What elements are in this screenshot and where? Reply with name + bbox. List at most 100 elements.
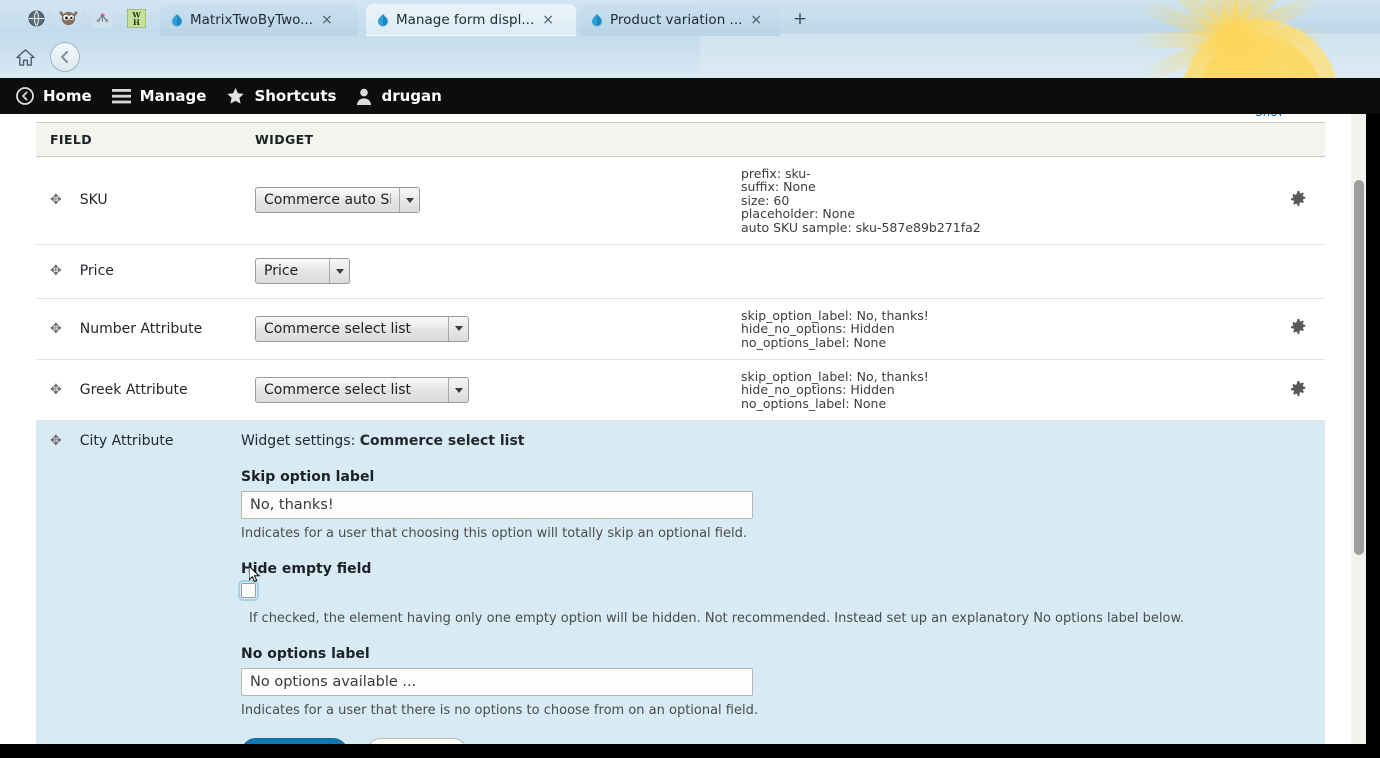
- settings-row-city-attribute: ✥ City Attribute Widget settings: Commer…: [36, 420, 1325, 744]
- skip-option-label: Skip option label: [241, 469, 375, 486]
- skip-option-description: Indicates for a user that choosing this …: [241, 526, 747, 542]
- widget-cell: Commerce select list: [241, 298, 727, 361]
- summary-cell: [727, 244, 1267, 299]
- hamburger-icon: [111, 88, 131, 104]
- hide-empty-field-label: Hide empty field: [241, 561, 372, 578]
- drupal-droplet-icon: [169, 13, 184, 28]
- summary-line: no_options_label: None: [741, 334, 887, 350]
- widget-cell: Commerce select list: [241, 359, 727, 422]
- hide-empty-field-description: If checked, the element having only one …: [249, 611, 1185, 627]
- column-header-field: FIELD: [36, 122, 241, 157]
- no-options-description: Indicates for a user that there is no op…: [241, 703, 758, 719]
- summary-line: prefix: sku-: [741, 166, 811, 181]
- wh-icon[interactable]: WH: [125, 7, 147, 29]
- operations-cell: [1267, 156, 1325, 245]
- tab-close-icon[interactable]: ×: [748, 13, 764, 27]
- page-content: Show row weights FIELD WIDGET: [0, 114, 1367, 744]
- drag-handle-icon[interactable]: ✥: [50, 383, 62, 397]
- column-header-widget: WIDGET: [241, 122, 727, 157]
- widget-select-greek-attribute[interactable]: Commerce select list: [255, 377, 469, 404]
- summary-line: skip_option_label: No, thanks!: [741, 307, 929, 323]
- operations-cell: [1267, 298, 1325, 361]
- toolbar-label-manage: Manage: [139, 87, 207, 105]
- gear-icon[interactable]: [1281, 190, 1315, 210]
- summary-line: no_options_label: None: [741, 395, 887, 411]
- field-label: SKU: [79, 192, 108, 209]
- gear-icon[interactable]: [1281, 380, 1315, 400]
- summary-line: suffix: None: [741, 179, 816, 195]
- gimp-icon[interactable]: [57, 7, 79, 29]
- window-right-frame: [1366, 114, 1380, 758]
- molecule-icon[interactable]: [91, 7, 113, 29]
- page-scrollbar[interactable]: [1351, 114, 1366, 744]
- show-row-weights-label: Show row weights: [1255, 114, 1281, 119]
- drag-handle-icon[interactable]: ✥: [50, 193, 62, 207]
- widget-cell: Price: [241, 244, 727, 299]
- no-options-input[interactable]: [241, 668, 753, 697]
- browser-window: WH MatrixTwoByTwo... × Manage form displ…: [0, 0, 1380, 758]
- summary-line: hide_no_options: Hidden: [741, 321, 895, 337]
- field-label: Number Attribute: [79, 320, 203, 337]
- gear-icon[interactable]: [1281, 319, 1315, 338]
- drag-handle-icon[interactable]: ✥: [50, 264, 62, 278]
- drupal-droplet-icon: [589, 13, 604, 28]
- back-arrow-icon[interactable]: [50, 42, 80, 72]
- settings-panel-title: Widget settings: Commerce select list: [241, 433, 1325, 449]
- tab-close-icon[interactable]: ×: [319, 13, 335, 27]
- tab-close-icon[interactable]: ×: [540, 13, 556, 27]
- widget-select-number-attribute[interactable]: Commerce select list: [255, 315, 469, 342]
- settings-title-prefix: Widget settings:: [241, 433, 360, 450]
- tab-label: MatrixTwoByTwo...: [190, 12, 314, 28]
- browser-tab-2[interactable]: Manage form displ... ×: [366, 4, 576, 36]
- star-icon: [226, 87, 245, 105]
- widget-settings-panel: ✥ City Attribute Widget settings: Commer…: [36, 421, 1325, 744]
- table-row: ✥ Price Price: [36, 244, 1325, 299]
- summary-cell: skip_option_label: No, thanks! hide_no_o…: [727, 298, 1267, 361]
- browser-tab-1[interactable]: MatrixTwoByTwo... ×: [160, 4, 358, 36]
- widget-cell: Commerce auto SKU: [241, 156, 727, 245]
- browser-chrome: WH MatrixTwoByTwo... × Manage form displ…: [0, 0, 1380, 78]
- new-tab-button[interactable]: +: [789, 9, 811, 31]
- table-row: ✥ Number Attribute Commerce select list: [36, 298, 1325, 361]
- show-row-weights-link[interactable]: Show row weights: [1255, 114, 1281, 120]
- browser-tab-3[interactable]: Product variation ... ×: [580, 4, 780, 36]
- navigation-bar: ⓘ mysites/astep/web/admin/commerce/confi…: [0, 38, 1380, 78]
- home-icon[interactable]: [12, 44, 38, 70]
- tab-strip: WH MatrixTwoByTwo... × Manage form displ…: [0, 0, 1380, 36]
- drag-handle-icon[interactable]: ✥: [50, 434, 62, 448]
- field-label: Price: [79, 263, 114, 280]
- no-options-label: No options label: [241, 646, 370, 663]
- widget-select-sku[interactable]: Commerce auto SKU: [255, 187, 420, 214]
- back-circle-icon: [16, 87, 34, 105]
- skip-option-input[interactable]: [241, 491, 753, 520]
- summary-cell: skip_option_label: No, thanks! hide_no_o…: [727, 359, 1267, 422]
- column-header-operations: [1267, 122, 1325, 157]
- tab-label: Product variation ...: [610, 12, 743, 28]
- manage-form-display-table: FIELD WIDGET ✥ SKU Commerce auto SKU pre…: [36, 122, 1325, 744]
- field-label: Greek Attribute: [79, 382, 188, 399]
- hide-empty-field-checkbox[interactable]: [238, 580, 259, 602]
- summary-line: skip_option_label: No, thanks!: [741, 369, 929, 384]
- widget-select-price[interactable]: Price: [255, 258, 350, 285]
- settings-cell: ✥ City Attribute Widget settings: Commer…: [36, 420, 1325, 744]
- toolbar-item-user[interactable]: drugan: [352, 78, 457, 114]
- settings-title-widget: Commerce select list: [359, 433, 525, 450]
- toolbar-item-manage[interactable]: Manage: [108, 78, 223, 114]
- operations-cell: [1267, 359, 1325, 422]
- operations-cell: [1267, 244, 1325, 299]
- tab-label: Manage form displ...: [396, 12, 535, 28]
- summary-line: size: 60: [741, 192, 790, 208]
- drag-handle-icon[interactable]: ✥: [50, 322, 62, 336]
- toolbar-item-home[interactable]: Home: [12, 78, 108, 114]
- field-cell: ✥ Number Attribute: [36, 298, 241, 361]
- toolbar-item-shortcuts[interactable]: Shortcuts: [222, 78, 352, 114]
- toolbar-label-home: Home: [43, 87, 92, 105]
- globe-icon[interactable]: [25, 7, 47, 29]
- user-icon: [356, 88, 372, 105]
- scrollbar-thumb[interactable]: [1354, 180, 1364, 555]
- svg-text:H: H: [133, 17, 140, 26]
- no-options-label-group: No options label Indicates for a user th…: [241, 646, 1325, 718]
- field-cell: ✥ Price: [36, 244, 241, 299]
- table-row: ✥ SKU Commerce auto SKU prefix: sku- suf…: [36, 156, 1325, 245]
- window-bottom-frame: [0, 744, 1380, 758]
